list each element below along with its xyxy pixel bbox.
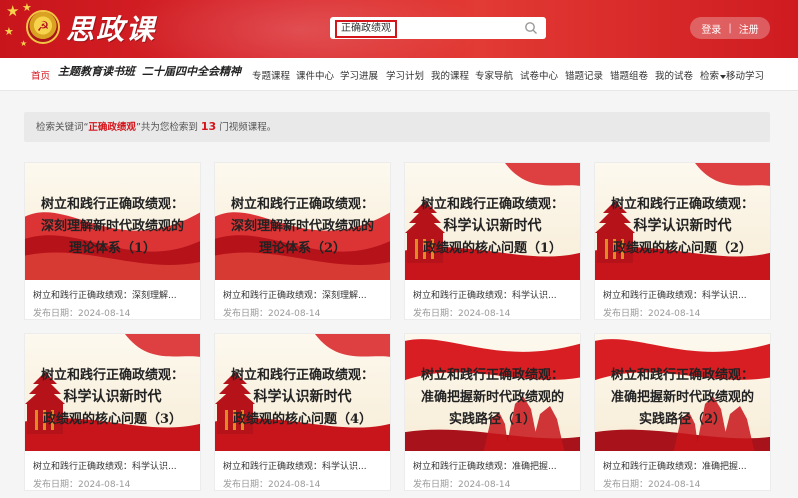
course-thumbnail[interactable]: 树立和践行正确政绩观： 准确把握新时代政绩观的 实践路径（2） [595, 334, 770, 451]
result-count: 13 [200, 120, 217, 133]
course-card[interactable]: 树立和践行正确政绩观： 准确把握新时代政绩观的 实践路径（2） 树立和践行正确政绩观：… [594, 333, 771, 491]
thumbnail-line-2: 科学认识新时代 [633, 218, 732, 234]
course-thumbnail[interactable]: 树立和践行正确政绩观： 科学认识新时代政绩观的核心问题（1） [405, 163, 580, 280]
course-title[interactable]: 树立和践行正确政绩观：准确把握... [413, 459, 573, 472]
course-publish-date: 发布日期：2024-08-14 [413, 309, 511, 319]
course-thumbnail[interactable]: 树立和践行正确政绩观： 科学认识新时代政绩观的核心问题（3） [25, 334, 200, 451]
login-link[interactable]: 登录 [701, 21, 721, 36]
register-link[interactable]: 注册 [739, 21, 759, 36]
nav-item-my-exams[interactable]: 我的试卷 [655, 68, 693, 82]
course-title[interactable]: 树立和践行正确政绩观：科学认识... [603, 288, 763, 301]
course-thumbnail[interactable]: 树立和践行正确政绩观： 深刻理解新时代政绩观的 理论体系（1） [25, 163, 200, 280]
nav-item-progress[interactable]: 学习进展 [340, 68, 378, 82]
nav-item-search-dropdown[interactable]: 检索 [700, 68, 727, 82]
nav-item-mobile[interactable]: 移动学习 [726, 68, 764, 82]
nav-slogan-reading-class[interactable]: 主题教育读书班 [58, 63, 135, 79]
course-card[interactable]: 树立和践行正确政绩观： 深刻理解新时代政绩观的 理论体系（2） 树立和践行正确政绩观：… [214, 162, 391, 320]
course-publish-date: 发布日期：2024-08-14 [603, 480, 701, 490]
nav-slogan-plenary[interactable]: 二十届四中全会精神 [142, 63, 241, 79]
search-icon[interactable] [524, 21, 538, 35]
search-result-summary: 检索关键词“正确政绩观”共为您检索到 13 门视频课程。 [24, 112, 770, 142]
nav-item-wrong-records[interactable]: 错题记录 [565, 68, 603, 82]
star-icon: ★ [20, 39, 28, 48]
course-title[interactable]: 树立和践行正确政绩观：科学认识... [413, 288, 573, 301]
course-card[interactable]: 树立和践行正确政绩观： 科学认识新时代 政绩观的核心问题（4） 树立和践行正确政绩观：… [214, 333, 391, 491]
thumbnail-line-1: 树立和践行正确政绩观： [230, 197, 374, 212]
course-publish-date: 发布日期：2024-08-14 [413, 480, 511, 490]
thumbnail-line-1: 树立和践行正确政绩观： [230, 368, 374, 383]
thumbnail-line-3: 理论体系（2） [258, 241, 347, 256]
thumbnail-line-1: 树立和践行正确政绩观： [40, 368, 184, 383]
search-input[interactable]: 正确政绩观 [335, 20, 397, 38]
thumbnail-line-3: 实践路径（2） [638, 412, 727, 427]
star-icon: ★ [4, 25, 14, 38]
nav-item-plan[interactable]: 学习计划 [386, 68, 424, 82]
nav-item-wrong-paper[interactable]: 错题组卷 [610, 68, 648, 82]
thumbnail-line-1: 树立和践行正确政绩观： [610, 197, 754, 212]
thumbnail-line-2: 深刻理解新时代政绩观的 [40, 219, 184, 234]
thumbnail-line-2: 准确把握新时代政绩观的 [610, 390, 754, 405]
thumbnail-line-2: 深刻理解新时代政绩观的 [230, 219, 374, 234]
course-card[interactable]: 树立和践行正确政绩观： 科学认识新时代 政绩观的核心问题（3） 树立和践行正确政绩观：… [24, 333, 201, 491]
thumbnail-line-3: 政绩观的核心问题（4） [232, 412, 373, 427]
course-card[interactable]: 树立和践行正确政绩观： 科学认识新时代 政绩观的核心问题（2） 树立和践行正确政绩观：… [594, 162, 771, 320]
result-prefix: 检索关键词“ [36, 122, 89, 133]
course-thumbnail[interactable]: 树立和践行正确政绩观： 科学认识新时代政绩观的核心问题（2） [595, 163, 770, 280]
thumbnail-line-2: 科学认识新时代 [63, 389, 162, 405]
thumbnail-line-1: 树立和践行正确政绩观： [420, 197, 564, 212]
thumbnail-line-2: 准确把握新时代政绩观的 [420, 390, 564, 405]
thumbnail-line-1: 树立和践行正确政绩观： [420, 368, 564, 383]
party-emblem-icon[interactable]: ☭ [26, 10, 60, 44]
nav-item-my-courses[interactable]: 我的课程 [431, 68, 469, 82]
course-thumbnail[interactable]: 树立和践行正确政绩观： 科学认识新时代政绩观的核心问题（4） [215, 334, 390, 451]
course-publish-date: 发布日期：2024-08-14 [33, 480, 131, 490]
course-thumbnail[interactable]: 树立和践行正确政绩观： 准确把握新时代政绩观的 实践路径（1） [405, 334, 580, 451]
nav-item-exam-center[interactable]: 试卷中心 [520, 68, 558, 82]
result-middle: ”共为您检索到 [135, 122, 198, 133]
nav-item-topics[interactable]: 专题课程 [252, 68, 290, 82]
site-logo-text[interactable]: 思政课 [66, 8, 156, 48]
nav-item-search-label: 检索 [700, 71, 720, 82]
auth-separator: | [728, 22, 732, 34]
result-keyword: 正确政绩观 [88, 122, 136, 133]
auth-links: 登录 | 注册 [690, 17, 770, 39]
nav-item-courseware[interactable]: 课件中心 [296, 68, 334, 82]
course-card[interactable]: 树立和践行正确政绩观： 科学认识新时代 政绩观的核心问题（1） 树立和践行正确政绩观：… [404, 162, 581, 320]
thumbnail-line-1: 树立和践行正确政绩观： [610, 368, 754, 383]
course-publish-date: 发布日期：2024-08-14 [603, 309, 701, 319]
course-publish-date: 发布日期：2024-08-14 [223, 480, 321, 490]
star-icon: ★ [22, 1, 32, 14]
course-title[interactable]: 树立和践行正确政绩观：深刻理解... [223, 288, 383, 301]
thumbnail-line-3: 理论体系（1） [68, 241, 157, 256]
nav-item-home[interactable]: 首页 [31, 68, 50, 82]
thumbnail-line-3: 政绩观的核心问题（2） [612, 241, 753, 256]
thumbnail-line-1: 树立和践行正确政绩观： [40, 197, 184, 212]
nav-item-experts[interactable]: 专家导航 [475, 68, 513, 82]
thumbnail-line-3: 政绩观的核心问题（3） [42, 412, 183, 427]
result-suffix: 门视频课程。 [219, 122, 277, 133]
course-card[interactable]: 树立和践行正确政绩观： 准确把握新时代政绩观的 实践路径（1） 树立和践行正确政绩观：… [404, 333, 581, 491]
course-title[interactable]: 树立和践行正确政绩观：科学认识... [33, 459, 193, 472]
course-card[interactable]: 树立和践行正确政绩观： 深刻理解新时代政绩观的 理论体系（1） 树立和践行正确政绩观：… [24, 162, 201, 320]
course-title[interactable]: 树立和践行正确政绩观：深刻理解... [33, 288, 193, 301]
thumbnail-line-2: 科学认识新时代 [443, 218, 542, 234]
course-thumbnail[interactable]: 树立和践行正确政绩观： 深刻理解新时代政绩观的 理论体系（2） [215, 163, 390, 280]
thumbnail-line-2: 科学认识新时代 [253, 389, 352, 405]
course-publish-date: 发布日期：2024-08-14 [33, 309, 131, 319]
thumbnail-line-3: 政绩观的核心问题（1） [422, 241, 563, 256]
course-publish-date: 发布日期：2024-08-14 [223, 309, 321, 319]
star-icon: ★ [6, 2, 20, 20]
thumbnail-line-3: 实践路径（1） [448, 412, 537, 427]
site-header: ★ ★ ★ ★ ☭ 思政课 正确政绩观 登录 | 注册 [0, 0, 798, 58]
course-title[interactable]: 树立和践行正确政绩观：科学认识... [223, 459, 383, 472]
course-title[interactable]: 树立和践行正确政绩观：准确把握... [603, 459, 763, 472]
main-nav: 首页 主题教育读书班 二十届四中全会精神 专题课程 课件中心 学习进展 学习计划… [0, 58, 798, 91]
search-box[interactable]: 正确政绩观 [330, 17, 546, 39]
